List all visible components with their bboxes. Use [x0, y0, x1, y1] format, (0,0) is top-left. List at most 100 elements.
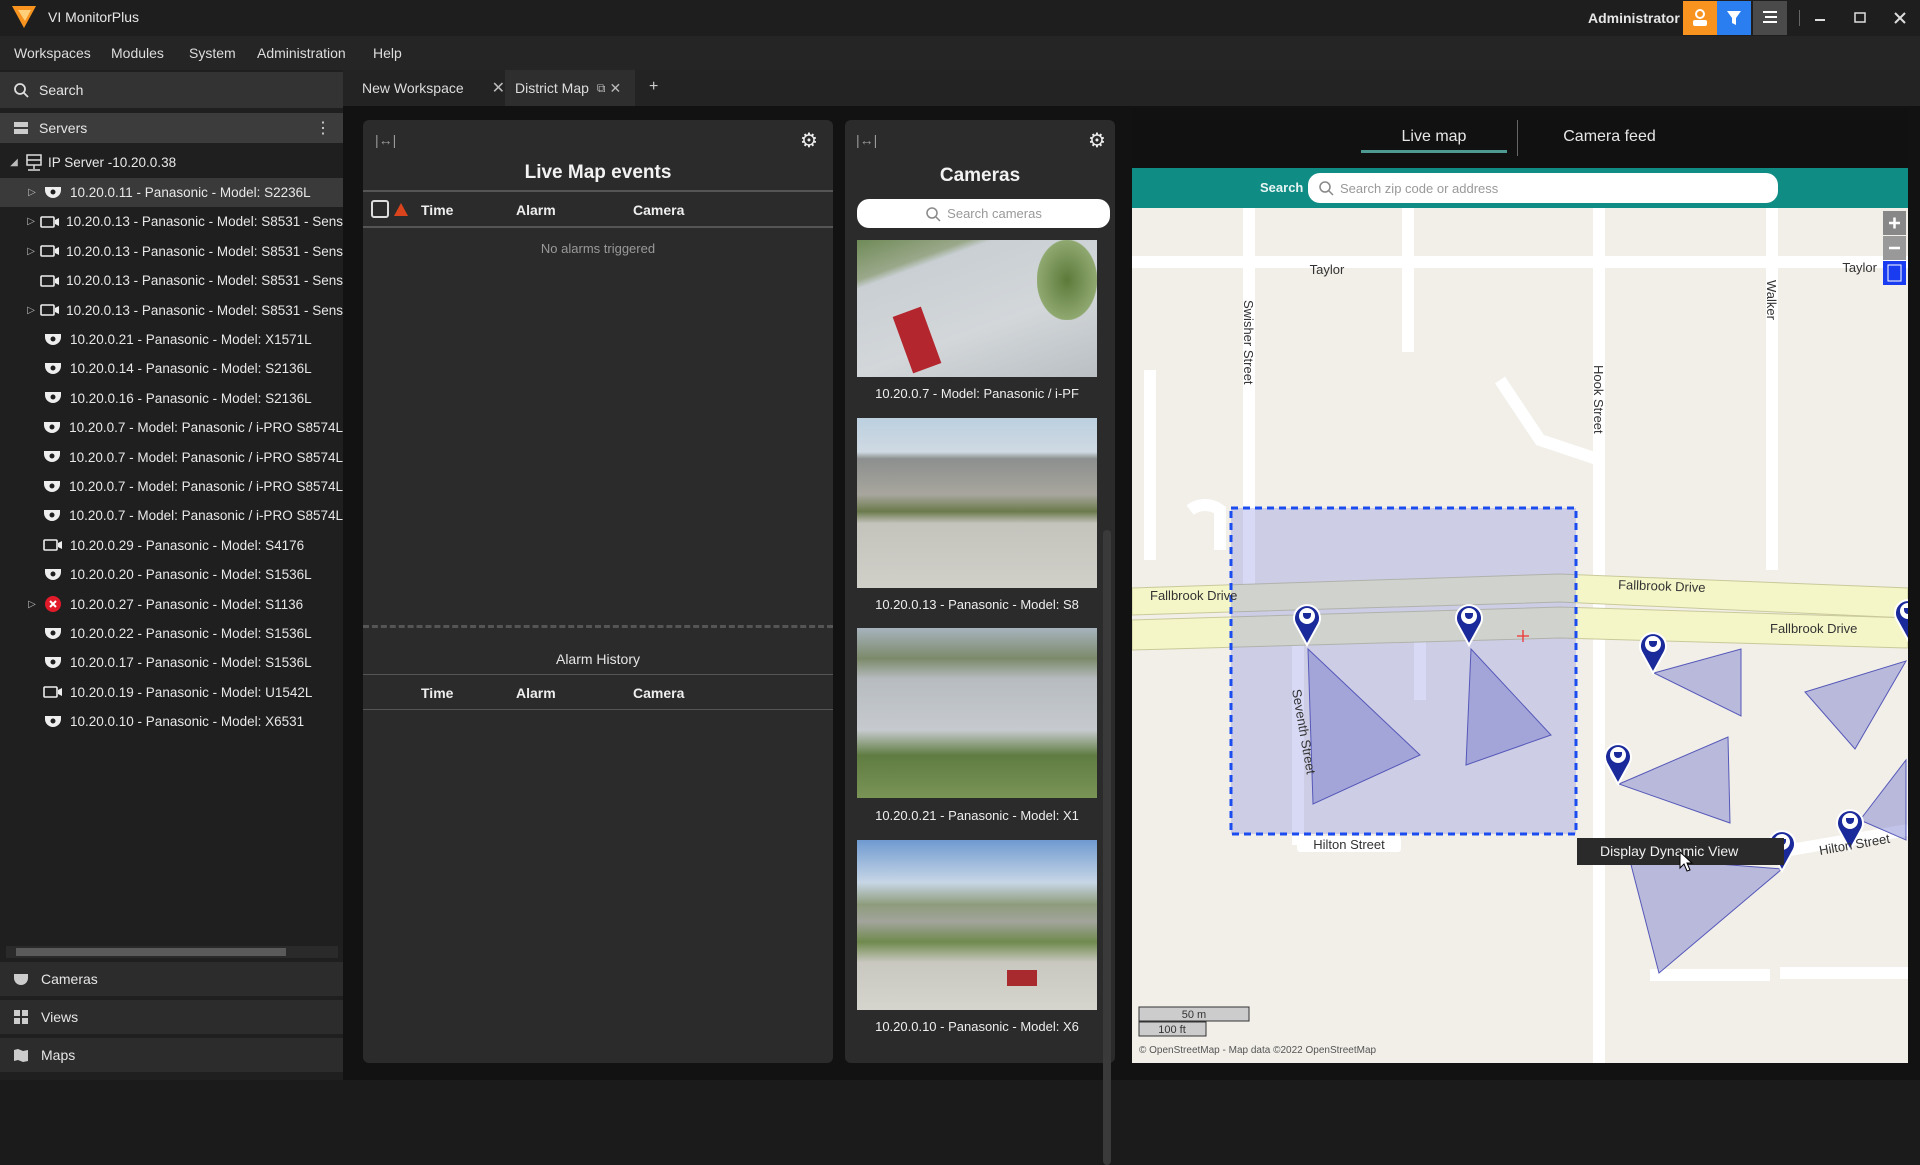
live-map[interactable]: Taylor Taylor Swisher Street Hook Street…	[1132, 208, 1908, 1063]
app-logo-icon	[12, 6, 36, 28]
map-search-input[interactable]: Search zip code or address	[1308, 173, 1778, 203]
menu-help[interactable]: Help	[373, 45, 402, 61]
expand-icon[interactable]: |↔|	[375, 132, 396, 148]
vertical-scrollbar[interactable]	[1103, 530, 1111, 1165]
close-tab-icon[interactable]: ✕	[492, 78, 505, 98]
panel-title: Cameras	[939, 165, 1021, 186]
tree-item-label: 10.20.0.7 - Model: Panasonic / i-PRO S85…	[69, 449, 343, 465]
tree-item[interactable]: 10.20.0.13 - Panasonic - Model: S8531 - …	[0, 266, 343, 295]
expand-arrow-icon[interactable]: ▷	[26, 305, 36, 316]
scrollbar-thumb[interactable]	[16, 948, 286, 956]
camera-thumbnail[interactable]	[857, 628, 1097, 798]
tree-item[interactable]: 10.20.0.21 - Panasonic - Model: X1571L	[0, 325, 343, 354]
tree-item-label: 10.20.0.22 - Panasonic - Model: S1536L	[70, 626, 312, 641]
sidebar: Search Servers ⋮ ◢ IP Server -10.20.0.38…	[0, 70, 343, 1080]
tab-camera-feed[interactable]: Camera feed	[1527, 128, 1692, 146]
gear-icon[interactable]: ⚙	[1088, 128, 1106, 153]
street-label-taylor: Taylor	[1842, 260, 1877, 275]
tree-item[interactable]: 10.20.0.10 - Panasonic - Model: X6531	[0, 707, 343, 736]
tree-item[interactable]: ▷ 10.20.0.13 - Panasonic - Model: S8531 -…	[0, 207, 343, 236]
close-button[interactable]	[1890, 8, 1910, 28]
street-label-walker: Walker	[1764, 280, 1779, 321]
menu-administration[interactable]: Administration	[257, 45, 346, 61]
divider	[363, 674, 833, 675]
dome-camera-icon	[42, 714, 64, 730]
tree-item[interactable]: ▷ 10.20.0.27 - Panasonic - Model: S1136	[0, 590, 343, 619]
expand-arrow-icon[interactable]: ▷	[26, 246, 36, 257]
sidebar-bottom-cameras[interactable]: Cameras	[0, 962, 343, 996]
resize-splitter[interactable]	[363, 625, 833, 628]
tree-item[interactable]: ▷ 10.20.0.13 - Panasonic - Model: S8531 -…	[0, 237, 343, 266]
expand-arrow-icon[interactable]: ▷	[26, 599, 38, 610]
expand-arrow-icon[interactable]: ▷	[26, 216, 36, 227]
grid-icon	[14, 1010, 28, 1024]
more-options-icon[interactable]: ⋮	[315, 118, 331, 138]
tree-item[interactable]: 10.20.0.7 - Model: Panasonic / i-PRO S85…	[0, 501, 343, 530]
tree-item[interactable]: ▷ 10.20.0.13 - Panasonic - Model: S8531 -…	[0, 296, 343, 325]
tree-item[interactable]: 10.20.0.7 - Model: Panasonic / i-PRO S85…	[0, 413, 343, 442]
tab-new-workspace[interactable]: New Workspace ✕	[352, 70, 515, 106]
tree-item-label: 10.20.0.27 - Panasonic - Model: S1136	[70, 596, 304, 612]
tree-item[interactable]: 10.20.0.19 - Panasonic - Model: U1542L	[0, 678, 343, 707]
menu-button[interactable]	[1753, 1, 1787, 35]
dome-camera-icon	[42, 185, 64, 201]
tree-item-label: 10.20.0.21 - Panasonic - Model: X1571L	[70, 332, 312, 347]
user-name[interactable]: Administrator	[1588, 10, 1680, 26]
history-col-camera[interactable]: Camera	[633, 685, 684, 701]
collapse-icon[interactable]: ◢	[8, 157, 20, 168]
camera-thumbnail[interactable]	[857, 418, 1097, 588]
col-alarm[interactable]: Alarm	[516, 202, 556, 218]
tree-item[interactable]: 10.20.0.16 - Panasonic - Model: S2136L	[0, 384, 343, 413]
select-all-checkbox[interactable]	[371, 200, 389, 218]
sidebar-search[interactable]: Search	[0, 72, 343, 108]
sidebar-bottom-maps[interactable]: Maps	[0, 1038, 343, 1072]
user-button[interactable]	[1683, 1, 1717, 35]
menu-workspaces[interactable]: Workspaces	[14, 45, 91, 61]
tab-district-map[interactable]: District Map ⧉ ✕	[505, 70, 635, 106]
add-tab-button[interactable]: +	[649, 78, 658, 96]
gear-icon[interactable]: ⚙	[800, 128, 818, 153]
menu-modules[interactable]: Modules	[111, 45, 164, 61]
selection-area[interactable]	[1229, 506, 1578, 836]
history-col-alarm[interactable]: Alarm	[516, 685, 556, 701]
maximize-button[interactable]	[1850, 8, 1870, 28]
tree-item[interactable]: 10.20.0.22 - Panasonic - Model: S1536L	[0, 619, 343, 648]
app-title: VI MonitorPlus	[48, 9, 140, 25]
tree-item[interactable]: 10.20.0.7 - Model: Panasonic / i-PRO S85…	[0, 472, 343, 501]
box-camera-icon	[42, 537, 64, 553]
error-icon	[42, 596, 64, 613]
tree-item[interactable]: 10.20.0.17 - Panasonic - Model: S1536L	[0, 648, 343, 677]
server-node[interactable]: ◢ IP Server -10.20.0.38	[0, 148, 343, 177]
servers-header[interactable]: Servers ⋮	[0, 113, 343, 143]
popout-icon[interactable]: ⧉	[597, 81, 606, 96]
minimize-button[interactable]	[1810, 8, 1830, 28]
box-camera-icon	[40, 214, 60, 230]
horizontal-scrollbar[interactable]	[6, 946, 338, 958]
close-tab-icon[interactable]: ✕	[609, 80, 621, 97]
map-attribution[interactable]: © OpenStreetMap - Map data ©2022 OpenStr…	[1139, 1045, 1377, 1056]
alarm-history-title: Alarm History	[555, 651, 640, 667]
history-col-time[interactable]: Time	[421, 685, 453, 701]
expand-icon[interactable]: |↔|	[856, 132, 877, 148]
tree-item[interactable]: 10.20.0.7 - Model: Panasonic / i-PRO S85…	[0, 443, 343, 472]
camera-thumbnail[interactable]	[857, 840, 1097, 1010]
menu-system[interactable]: System	[189, 45, 236, 61]
tree-item[interactable]: 10.20.0.14 - Panasonic - Model: S2136L	[0, 354, 343, 383]
sidebar-bottom-views[interactable]: Views	[0, 1000, 343, 1034]
minimize-icon	[1815, 19, 1825, 21]
expand-arrow-icon[interactable]: ▷	[26, 187, 38, 198]
dome-camera-icon	[42, 332, 64, 348]
tree-item[interactable]: 10.20.0.29 - Panasonic - Model: S4176	[0, 531, 343, 560]
map-view-tabs: Live map Camera feed	[1132, 108, 1908, 168]
filter-button[interactable]	[1717, 1, 1751, 35]
street-label-fallbrook: Fallbrook Drive	[1150, 588, 1237, 603]
server-icon	[26, 153, 42, 171]
search-cameras-input[interactable]: Search cameras	[857, 199, 1110, 228]
tree-item[interactable]: ▷ 10.20.0.11 - Panasonic - Model: S2236L	[0, 178, 343, 207]
col-time[interactable]: Time	[421, 202, 453, 218]
col-camera[interactable]: Camera	[633, 202, 684, 218]
box-camera-icon	[40, 243, 60, 259]
camera-thumbnail[interactable]	[857, 240, 1097, 377]
tree-item[interactable]: 10.20.0.20 - Panasonic - Model: S1536L	[0, 560, 343, 589]
tab-live-map[interactable]: Live map	[1361, 128, 1507, 146]
